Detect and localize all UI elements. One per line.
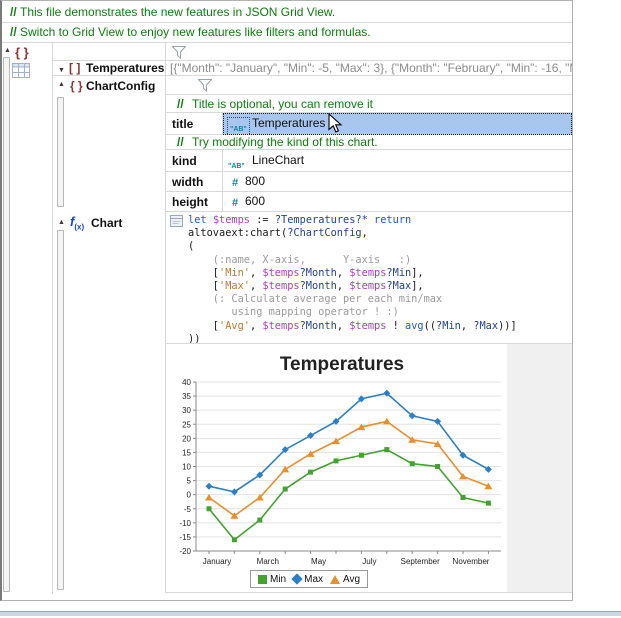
window-bottom-edge xyxy=(0,611,621,616)
svg-text:-10: -10 xyxy=(179,519,191,528)
svg-text:-5: -5 xyxy=(184,505,192,514)
svg-text:November: November xyxy=(453,557,490,566)
table-view-icon[interactable] xyxy=(12,63,30,78)
legend-label: Min xyxy=(270,574,286,585)
key-width: width xyxy=(166,175,203,189)
formula-code: let $temps := ?Temperatures?* returnalto… xyxy=(188,214,517,344)
triangle-marker-icon xyxy=(330,575,340,584)
svg-text:July: July xyxy=(362,557,376,566)
string-type-icon: "AB" xyxy=(227,117,250,135)
root-collapse-handle[interactable] xyxy=(3,57,10,592)
row-kind-value[interactable]: "AB" LineChart xyxy=(223,150,572,172)
collapse-arrow-icon[interactable]: ▲ xyxy=(58,81,65,88)
row-temperatures-value[interactable]: [{"Month": "January", "Min": -5, "Max": … xyxy=(166,61,572,76)
mouse-cursor xyxy=(328,113,343,134)
formula-editor-icon[interactable] xyxy=(170,215,183,227)
key-chartconfig: ChartConfig xyxy=(86,79,155,93)
svg-text:25: 25 xyxy=(182,420,191,429)
temperatures-json-preview: [{"Month": "January", "Min": -5, "Max": … xyxy=(170,61,572,75)
svg-text:10: 10 xyxy=(182,463,191,472)
comment-text: This file demonstrates the new features … xyxy=(20,5,335,19)
svg-text:-15: -15 xyxy=(179,533,191,542)
row-width-key[interactable]: width xyxy=(166,172,223,192)
number-type-icon: # xyxy=(232,174,238,192)
filter-icon[interactable] xyxy=(172,46,186,59)
comment-text: Switch to Grid View to enjoy new feature… xyxy=(20,25,371,39)
string-type-icon: "AB" xyxy=(228,156,245,172)
collapse-arrow-icon[interactable]: ▲ xyxy=(4,47,11,54)
comment-text: Try modifying the kind of this chart. xyxy=(192,135,378,149)
object-type-label: { } xyxy=(70,79,83,93)
root-object-cell[interactable]: ▲ { } xyxy=(2,43,53,594)
row-height-value[interactable]: # 600 xyxy=(223,192,572,212)
comment-marker: // xyxy=(166,95,192,113)
chart-legend: Min Max Avg xyxy=(250,570,368,588)
comment-modify-kind[interactable]: //Try modifying the kind of this chart. xyxy=(166,135,572,150)
svg-text:May: May xyxy=(311,557,326,566)
comment-marker: // xyxy=(2,3,20,22)
row-temperatures-key[interactable]: ▼ [ ] Temperatures xyxy=(53,61,166,76)
svg-text:March: March xyxy=(257,557,279,566)
svg-text:20: 20 xyxy=(182,434,191,443)
temperature-chart: Temperatures 40 35 30 25 20 15 10 5 0 -5 -10 -15 -20 J… xyxy=(166,344,507,592)
svg-text:0: 0 xyxy=(187,491,192,500)
key-kind: kind xyxy=(166,154,197,168)
chartconfig-filter-row xyxy=(166,76,572,95)
chart-image: Temperatures 40 35 30 25 20 15 10 5 0 -5 -10 -15 -20 J… xyxy=(166,344,507,592)
legend-item-min: Min xyxy=(258,574,286,585)
row-chartconfig-key[interactable]: ▲ { } ChartConfig xyxy=(53,76,166,212)
svg-text:35: 35 xyxy=(182,392,191,401)
svg-text:30: 30 xyxy=(182,406,191,415)
comment-marker: // xyxy=(166,135,192,149)
svg-text:40: 40 xyxy=(182,378,191,387)
diamond-marker-icon xyxy=(291,573,302,584)
expand-arrow-icon[interactable]: ▼ xyxy=(58,64,65,76)
svg-text:-20: -20 xyxy=(179,547,191,556)
number-type-icon: # xyxy=(232,194,238,212)
formula-code-cell[interactable]: let $temps := ?Temperatures?* returnalto… xyxy=(166,212,572,344)
json-grid-view: //This file demonstrates the new feature… xyxy=(0,0,621,618)
legend-label: Avg xyxy=(343,574,360,585)
comment-marker: // xyxy=(2,23,20,42)
svg-text:15: 15 xyxy=(182,448,191,457)
svg-text:January: January xyxy=(203,557,231,566)
comment-text: Title is optional, you can remove it xyxy=(192,97,373,111)
row-height-key[interactable]: height xyxy=(166,192,223,212)
svg-text:Temperatures: Temperatures xyxy=(280,354,404,375)
row-chart-key[interactable]: ▲ f(x) Chart xyxy=(53,212,166,593)
root-filter-row xyxy=(166,43,572,61)
root-object-label: { } xyxy=(15,45,29,60)
comment-row-2[interactable]: //Switch to Grid View to enjoy new featu… xyxy=(2,23,572,43)
row-title-key[interactable]: title xyxy=(166,113,223,135)
key-title: title xyxy=(166,117,193,131)
svg-text:September: September xyxy=(401,557,440,566)
comment-row-1[interactable]: //This file demonstrates the new feature… xyxy=(2,3,572,23)
key-temperatures: Temperatures xyxy=(86,61,164,75)
title-value-text: Temperatures xyxy=(252,113,325,134)
legend-item-avg: Avg xyxy=(330,574,360,585)
key-chart: Chart xyxy=(91,216,122,230)
comment-title-optional[interactable]: //Title is optional, you can remove it xyxy=(166,95,572,113)
height-value-text: 600 xyxy=(245,192,265,211)
row-title-value[interactable]: "AB" Temperatures xyxy=(223,113,572,135)
row-kind-key[interactable]: kind xyxy=(166,150,223,172)
kind-value-text: LineChart xyxy=(252,150,304,171)
width-value-text: 800 xyxy=(245,172,265,191)
chartconfig-collapse-handle[interactable] xyxy=(57,97,64,207)
formula-type-icon: f(x) xyxy=(70,214,84,232)
filter-icon[interactable] xyxy=(198,79,212,92)
collapse-arrow-icon[interactable]: ▲ xyxy=(58,219,65,226)
key-height: height xyxy=(166,195,208,209)
legend-item-max: Max xyxy=(293,574,323,585)
chart-result-cell: Temperatures 40 35 30 25 20 15 10 5 0 -5 -10 -15 -20 J… xyxy=(166,344,572,593)
square-marker-icon xyxy=(258,575,267,584)
svg-text:5: 5 xyxy=(187,477,192,486)
array-type-label: [ ] xyxy=(69,61,80,75)
root-filter-spacer xyxy=(53,43,166,61)
chart-collapse-handle[interactable] xyxy=(57,230,64,590)
legend-label: Max xyxy=(304,574,323,585)
row-width-value[interactable]: # 800 xyxy=(223,172,572,192)
